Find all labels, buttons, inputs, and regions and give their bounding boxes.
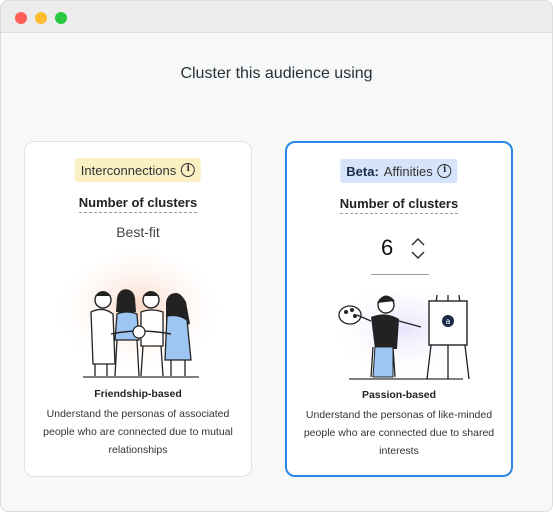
- minimize-window-button[interactable]: [35, 12, 47, 24]
- title-bar: [1, 1, 552, 33]
- interconnections-card[interactable]: Interconnections i Number of clusters Be…: [24, 141, 252, 477]
- info-icon[interactable]: i: [437, 164, 452, 178]
- interconnections-pill: Interconnections i: [74, 158, 202, 182]
- cluster-count-stepper[interactable]: 6: [371, 233, 429, 275]
- affinities-pill: Beta: Affinities i: [340, 159, 458, 183]
- card-description: Understand the personas of associated pe…: [43, 408, 233, 456]
- pill-label: Affinities: [383, 163, 433, 179]
- maximize-window-button[interactable]: [55, 12, 67, 24]
- affinities-card[interactable]: Beta: Affinities i Number of clusters 6: [285, 141, 513, 477]
- page-title: Cluster this audience using: [180, 65, 373, 82]
- info-icon[interactable]: i: [181, 163, 196, 177]
- number-of-clusters-label: Number of clusters: [25, 195, 251, 213]
- app-window: Cluster this audience using Interconnect…: [0, 0, 553, 512]
- cluster-count-value[interactable]: 6: [381, 235, 393, 261]
- card-title: Friendship-based: [94, 388, 182, 400]
- chevron-up-icon[interactable]: [411, 235, 425, 247]
- pill-label: Interconnections: [80, 162, 177, 178]
- svg-text:a: a: [446, 317, 451, 326]
- card-title: Passion-based: [361, 389, 437, 401]
- clusters-value: Best-fit: [116, 224, 160, 240]
- friends-group-illustration: [25, 252, 251, 384]
- beta-label: Beta:: [346, 163, 379, 179]
- painter-easel-illustration: a: [287, 285, 511, 385]
- chevron-down-icon[interactable]: [411, 249, 425, 261]
- number-of-clusters-label: Number of clusters: [287, 196, 511, 214]
- card-description: Understand the personas of like-minded p…: [303, 409, 495, 457]
- close-window-button[interactable]: [15, 12, 27, 24]
